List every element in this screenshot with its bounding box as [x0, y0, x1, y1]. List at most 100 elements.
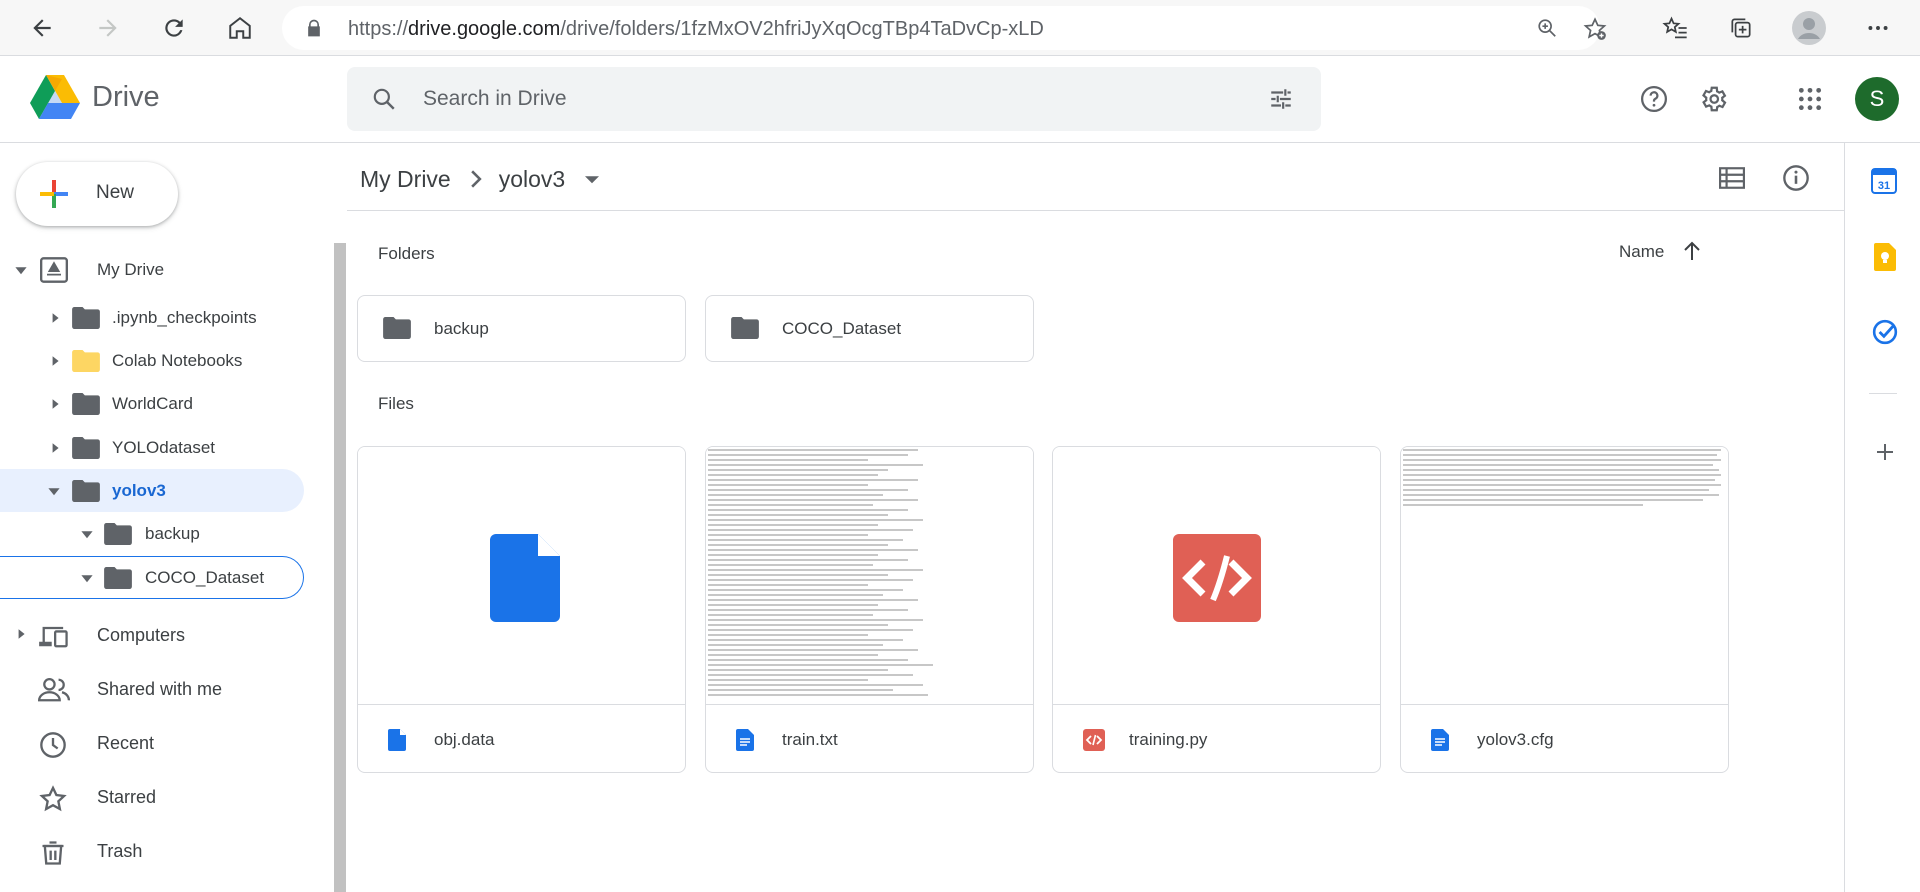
caret-down-icon[interactable] [78, 569, 96, 587]
tree-item-backup[interactable]: backup [0, 512, 304, 555]
tree-item-label: WorldCard [112, 393, 193, 413]
search-input[interactable]: Search in Drive [423, 87, 567, 111]
tree-item-yolodataset[interactable]: YOLOdataset [0, 426, 304, 469]
text-preview [1403, 449, 1723, 509]
add-favorite-icon[interactable] [1582, 16, 1608, 42]
trash-icon [42, 841, 64, 865]
url-prefix: https:// [348, 18, 409, 40]
address-bar[interactable]: https://drive.google.com/drive/folders/1… [282, 6, 1607, 50]
sidebar-item-my-drive[interactable]: My Drive [0, 248, 304, 291]
search-icon[interactable] [371, 86, 397, 112]
sidebar-item-label: Shared with me [97, 679, 223, 699]
plus-icon[interactable] [1875, 442, 1895, 462]
file-thumbnail [706, 447, 1033, 705]
sidebar-item-trash[interactable]: Trash [0, 828, 304, 876]
file-name: training.py [1129, 730, 1208, 749]
sort-by-name-button[interactable]: Name [1619, 242, 1664, 262]
folder-name: backup [434, 319, 489, 338]
collections-button[interactable] [1723, 10, 1759, 46]
caret-right-icon[interactable] [15, 627, 27, 645]
tree-item-label: .ipynb_checkpoints [112, 307, 257, 327]
details-button[interactable] [1778, 160, 1814, 196]
caret-right-icon[interactable] [46, 395, 64, 413]
reload-button[interactable] [156, 10, 192, 46]
folder-icon [72, 392, 100, 415]
file-icon [388, 729, 406, 751]
side-panel-divider [1844, 143, 1845, 892]
arrow-up-icon[interactable] [1682, 240, 1702, 262]
support-button[interactable] [1634, 79, 1674, 119]
settings-button[interactable] [1693, 79, 1733, 119]
app-title[interactable]: Drive [92, 81, 160, 114]
apps-button[interactable] [1790, 79, 1830, 119]
apps-grid-icon [1798, 87, 1822, 111]
file-thumbnail [1053, 447, 1380, 705]
arrow-right-icon [99, 19, 117, 37]
file-name: train.txt [782, 730, 838, 749]
file-name: obj.data [434, 730, 495, 749]
caret-right-icon[interactable] [46, 309, 64, 327]
sidebar-item-computers[interactable]: Computers [0, 612, 304, 660]
forward-button[interactable] [90, 10, 126, 46]
tree-item-yolov3[interactable]: yolov3 [0, 469, 304, 512]
new-button-label: New [96, 182, 135, 203]
plus-color-icon [40, 180, 68, 208]
url-host: drive.google.com [408, 18, 561, 40]
back-button[interactable] [24, 10, 60, 46]
file-card-train-txt[interactable]: train.txt [705, 446, 1034, 773]
caret-down-icon[interactable] [78, 525, 96, 543]
search-options-icon[interactable] [1267, 86, 1295, 112]
search-bar[interactable]: Search in Drive [347, 67, 1321, 131]
clock-icon [40, 732, 66, 758]
files-section-title: Files [378, 394, 414, 413]
caret-down-icon[interactable] [45, 482, 63, 500]
file-card-yolov3-cfg[interactable]: yolov3.cfg [1400, 446, 1729, 773]
home-button[interactable] [222, 10, 258, 46]
sidebar-item-recent[interactable]: Recent [0, 720, 304, 768]
keep-icon[interactable] [1874, 243, 1896, 271]
caret-right-icon[interactable] [46, 352, 64, 370]
tree-item-worldcard[interactable]: WorldCard [0, 382, 304, 425]
tree-item-coco-dataset[interactable]: COCO_Dataset [0, 556, 304, 599]
code-file-large-icon [1173, 534, 1261, 622]
folder-card-backup[interactable]: backup [357, 295, 686, 362]
help-icon [1641, 86, 1667, 112]
tree-item-colab-notebooks[interactable]: Colab Notebooks [0, 339, 304, 382]
breadcrumb-my-drive[interactable]: My Drive [360, 166, 451, 193]
caret-down-icon[interactable] [585, 172, 600, 186]
file-card-training-py[interactable]: training.py [1052, 446, 1381, 773]
sidebar-item-starred[interactable]: Starred [0, 774, 304, 822]
zoom-icon[interactable] [1536, 17, 1558, 39]
list-view-icon [1719, 167, 1745, 189]
folder-icon [104, 566, 132, 589]
drive-header: Drive Search in Drive S [0, 57, 1920, 143]
calendar-icon[interactable]: 31 [1871, 168, 1897, 194]
new-button[interactable]: New [16, 162, 178, 226]
caret-down-icon[interactable] [12, 261, 30, 279]
tasks-icon[interactable] [1872, 319, 1898, 345]
url-path: /drive/folders/1fzMxOV2hfriJyXqOcgTBp4Ta… [560, 18, 1044, 40]
folder-name: COCO_Dataset [782, 319, 902, 338]
breadcrumb-current-folder[interactable]: yolov3 [499, 166, 565, 193]
list-view-button[interactable] [1714, 160, 1750, 196]
folder-card-coco-dataset[interactable]: COCO_Dataset [705, 295, 1034, 362]
sidebar-scrollbar[interactable] [334, 243, 346, 892]
profile-button[interactable] [1791, 10, 1827, 46]
home-icon [229, 17, 251, 39]
tree-item-ipynb-checkpoints[interactable]: .ipynb_checkpoints [0, 296, 304, 339]
caret-right-icon[interactable] [46, 439, 64, 457]
more-button[interactable] [1860, 10, 1896, 46]
sidebar-item-label: Recent [97, 733, 155, 753]
account-avatar[interactable]: S [1855, 77, 1899, 121]
tree-item-label: Colab Notebooks [112, 350, 243, 370]
favorites-button[interactable] [1657, 10, 1693, 46]
doc-file-icon [736, 729, 754, 751]
file-card-obj-data[interactable]: obj.data [357, 446, 686, 773]
more-horizontal-icon [1868, 26, 1888, 30]
sidebar-item-shared[interactable]: Shared with me [0, 666, 304, 714]
sidebar-item-label: Computers [97, 625, 186, 645]
folder-icon [72, 306, 100, 329]
arrow-left-icon [33, 19, 51, 37]
breadcrumb: My Drive yolov3 [360, 163, 600, 195]
drive-logo-icon[interactable] [30, 75, 80, 119]
